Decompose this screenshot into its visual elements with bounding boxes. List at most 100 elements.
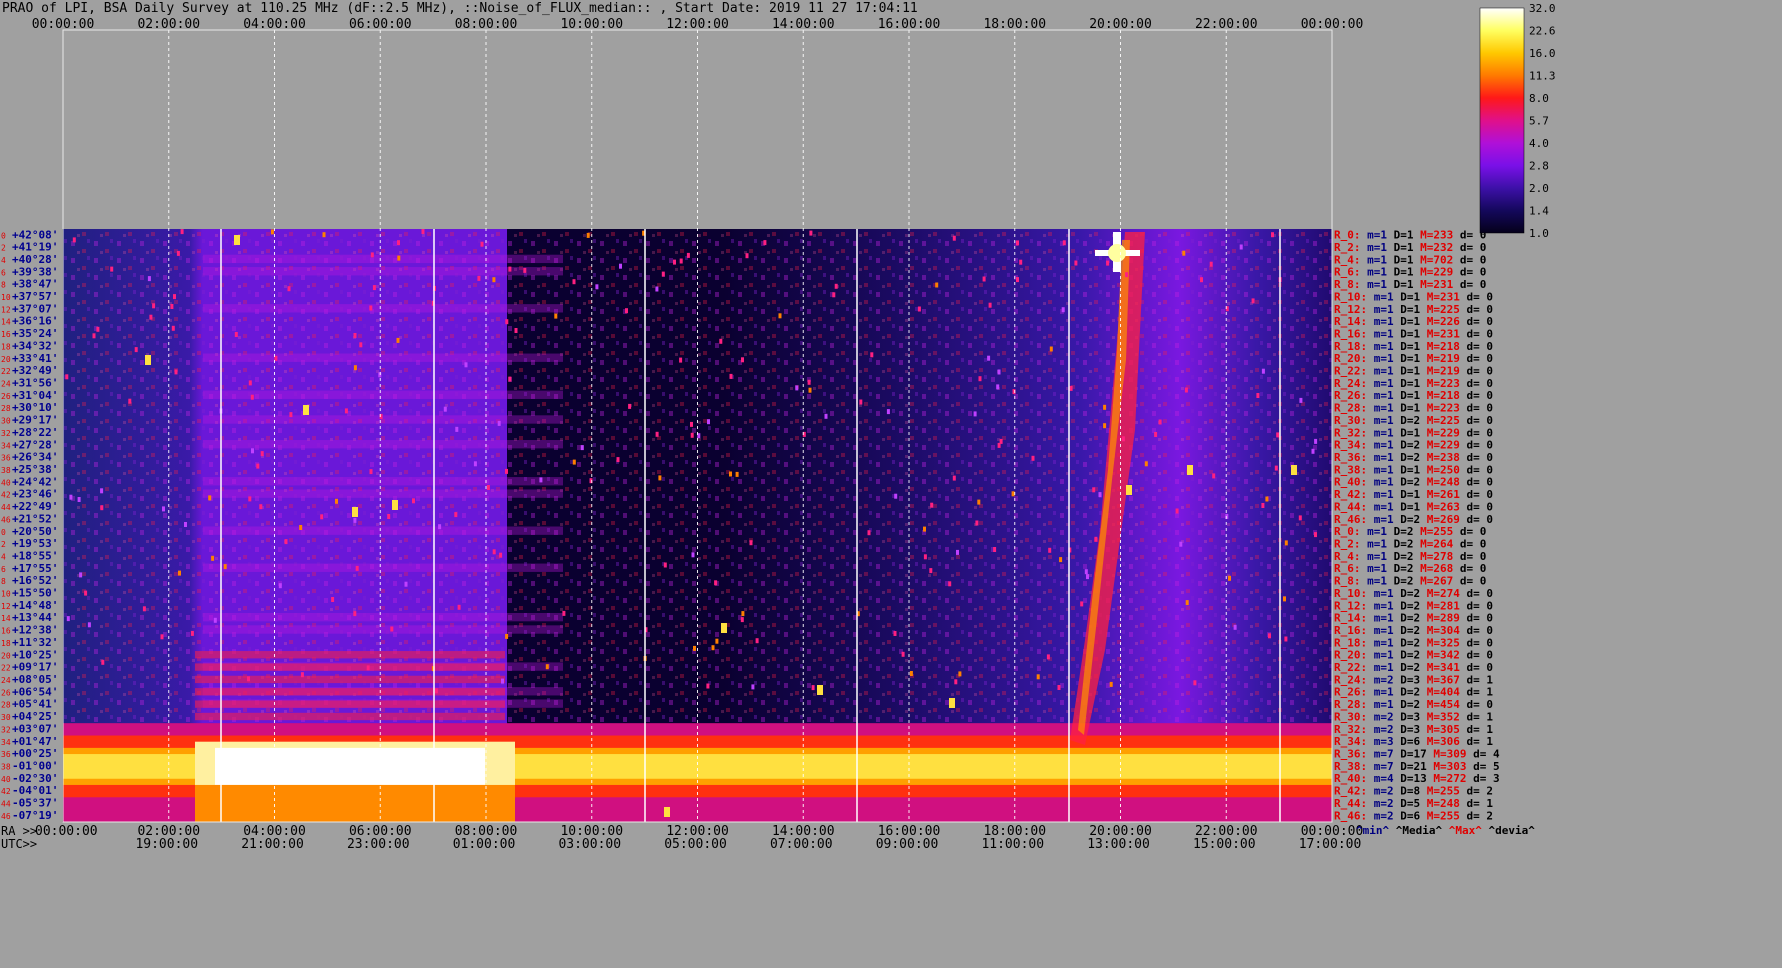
dec-tick-label: +35°24'	[12, 327, 58, 340]
colorbar-tick-label: 32.0	[1529, 2, 1556, 15]
top-tick-label: 18:00:00	[983, 17, 1046, 32]
dec-tick-label: +37°57'	[12, 290, 58, 303]
beam-stat-field: R_36:	[1334, 451, 1367, 464]
beam-stat-field: R_8:	[1334, 575, 1361, 588]
beam-stat-field: m=1	[1361, 562, 1388, 575]
stats-legend-item: ^Media^	[1389, 824, 1442, 837]
noise-dot	[741, 611, 745, 617]
utc-tick-label: 17:00:00	[1299, 837, 1362, 852]
beam-stat-row: R_24: m=2 D=3 M=367 d= 1	[1334, 673, 1493, 686]
noise-dot	[184, 522, 187, 527]
noise-dot	[735, 471, 739, 477]
beam-stat-field: M=250	[1420, 463, 1460, 476]
noise-dot	[1271, 232, 1274, 238]
noise-dot	[248, 496, 252, 502]
beam-stat-field: R_46:	[1334, 809, 1367, 822]
noise-dot	[1276, 432, 1280, 438]
noise-dot	[988, 302, 992, 308]
beam-stat-field: d= 0	[1460, 340, 1493, 353]
noise-dot	[247, 676, 250, 682]
dec-tick-label: +38°47'	[12, 278, 58, 291]
beam-stat-field: m=1	[1367, 439, 1394, 452]
beam-stat-field: R_14:	[1334, 612, 1367, 625]
beam-stat-field: R_2:	[1334, 241, 1361, 254]
beam-stat-field: M=219	[1420, 352, 1460, 365]
noise-dot	[1184, 387, 1188, 393]
row-index: 32	[1, 725, 11, 734]
noise-dot	[1185, 600, 1189, 606]
beam-stat-row: R_18: m=1 D=2 M=325 d= 0	[1334, 636, 1493, 649]
noise-dot	[1086, 574, 1089, 580]
beam-stat-field: R_30:	[1334, 710, 1367, 723]
noise-dot	[1019, 259, 1023, 265]
beam-stat-field: M=225	[1420, 414, 1460, 427]
colorbar-tick-label: 1.4	[1529, 205, 1549, 218]
row-index: 18	[1, 342, 11, 351]
noise-dot	[443, 406, 447, 412]
beam-stat-field: R_40:	[1334, 476, 1367, 489]
noise-dot	[894, 493, 898, 499]
row-index: 36	[1, 750, 11, 759]
beam-stat-field: M=303	[1427, 760, 1467, 773]
noise-dot	[1314, 532, 1317, 538]
noise-dot	[353, 333, 357, 338]
noise-dot	[1284, 540, 1288, 546]
noise-dot	[714, 580, 718, 586]
noise-dot	[715, 638, 719, 644]
noise-dot	[870, 352, 874, 358]
colorbar-tick-label: 4.0	[1529, 137, 1549, 150]
beam-stat-field: m=1	[1367, 612, 1394, 625]
beam-stat-field: M=272	[1427, 772, 1467, 785]
noise-dot	[1233, 624, 1237, 630]
beam-stat-field: D=2	[1394, 599, 1421, 612]
hot-spot	[303, 405, 309, 415]
noise-dot	[65, 374, 69, 380]
row-index: 4	[1, 552, 6, 561]
beam-stat-field: M=218	[1420, 389, 1460, 402]
beam-stat-field: d= 0	[1460, 315, 1493, 328]
noise-dot	[79, 572, 83, 578]
noise-dot	[100, 488, 104, 494]
row-index: 22	[1, 664, 11, 673]
beam-stat-field: m=1	[1361, 575, 1388, 588]
noise-dot	[190, 630, 194, 636]
beam-stat-field: d= 0	[1460, 599, 1493, 612]
beam-stat-field: D=1	[1394, 426, 1421, 439]
noise-dot	[679, 258, 683, 264]
noise-dot	[628, 403, 632, 409]
row-index: 24	[1, 676, 11, 685]
row-index: 20	[1, 355, 11, 364]
dec-tick-label: +36°16'	[12, 315, 58, 328]
noise-dot	[572, 279, 576, 285]
noise-dot	[690, 421, 693, 427]
noise-dot	[412, 498, 415, 504]
noise-dot	[562, 610, 566, 616]
noise-dot	[554, 313, 558, 319]
beam-stat-field: M=261	[1420, 488, 1460, 501]
beam-stat-field: D=2	[1394, 661, 1421, 674]
hot-spot	[352, 507, 358, 517]
beam-stat-field: d= 0	[1460, 488, 1493, 501]
noise-dot	[1144, 461, 1148, 467]
beam-stat-field: R_38:	[1334, 760, 1367, 773]
utc-tick-label: 19:00:00	[135, 837, 198, 852]
dec-tick-label: +25°38'	[12, 463, 58, 476]
noise-dot	[993, 547, 997, 552]
beam-stat-field: d= 1	[1460, 686, 1493, 699]
beam-stat-field: d= 1	[1460, 735, 1493, 748]
row-index: 28	[1, 701, 11, 710]
beam-stat-field: D=1	[1387, 229, 1414, 242]
noise-dot	[223, 564, 227, 570]
noise-dot	[162, 506, 165, 512]
top-tick-label: 06:00:00	[349, 17, 412, 32]
row-index: 12	[1, 305, 11, 314]
beam-stat-field: D=2	[1394, 698, 1421, 711]
beam-stat-field: D=6	[1394, 735, 1421, 748]
noise-dot	[464, 362, 468, 368]
noise-dot	[457, 604, 461, 610]
beam-stat-field: m=1	[1367, 599, 1394, 612]
utc-tick-label: 01:00:00	[453, 837, 516, 852]
beam-stat-field: R_34:	[1334, 439, 1367, 452]
noise-dot	[917, 306, 921, 312]
noise-dot	[973, 411, 977, 417]
